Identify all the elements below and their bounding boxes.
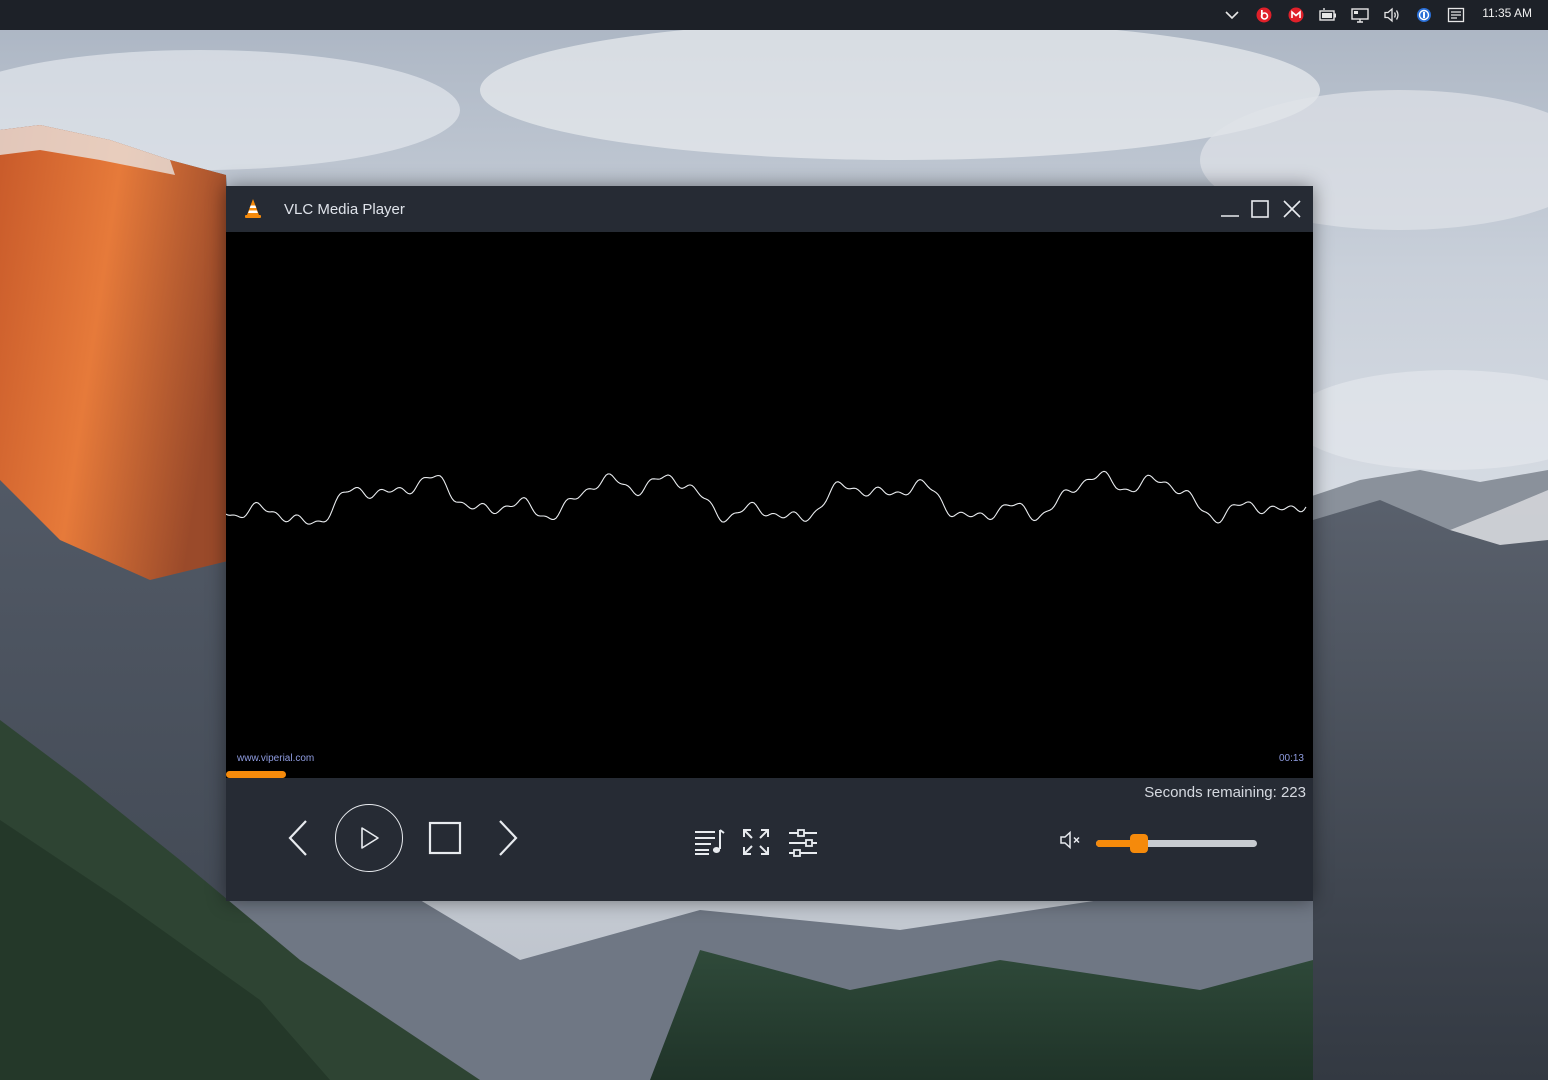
network-icon[interactable] — [1344, 0, 1376, 30]
chevron-right-icon — [499, 820, 518, 856]
seconds-remaining: Seconds remaining: 223 — [1144, 784, 1306, 801]
minimize-button[interactable] — [1217, 196, 1243, 222]
play-button[interactable] — [335, 804, 403, 872]
title-bar[interactable]: VLC Media Player — [226, 186, 1313, 232]
window-title: VLC Media Player — [284, 201, 405, 218]
playlist-button[interactable] — [692, 826, 726, 858]
close-button[interactable] — [1279, 196, 1305, 222]
elapsed-time: 00:13 — [1278, 753, 1304, 764]
fullscreen-button[interactable] — [740, 826, 772, 858]
maximize-button[interactable] — [1247, 196, 1273, 222]
video-area[interactable]: www.viperial.com 00:13 — [226, 232, 1313, 778]
stop-icon — [428, 821, 462, 855]
battery-icon[interactable] — [1312, 0, 1344, 30]
mute-button[interactable] — [1058, 828, 1084, 852]
speaker-muted-icon — [1060, 830, 1080, 850]
notification-icon[interactable] — [1440, 0, 1472, 30]
volume-slider[interactable] — [1096, 834, 1258, 853]
gmail-icon[interactable] — [1280, 0, 1312, 30]
taskbar: 11:35 AM — [0, 0, 1548, 30]
playlist-icon — [695, 829, 725, 855]
system-tray: 11:35 AM — [1216, 0, 1548, 30]
fullscreen-icon — [743, 829, 769, 855]
equalizer-button[interactable] — [786, 826, 820, 860]
volume-knob[interactable] — [1130, 834, 1148, 853]
speaker-icon[interactable] — [1376, 0, 1408, 30]
play-icon — [361, 827, 379, 849]
chevron-left-icon — [288, 820, 307, 856]
seek-bar[interactable] — [226, 768, 1313, 778]
vlc-window: VLC Media Player www.viperial.com 00:13 … — [226, 186, 1313, 901]
previous-button[interactable] — [282, 816, 314, 860]
beats-icon[interactable] — [1248, 0, 1280, 30]
watermark-text: www.viperial.com — [237, 753, 315, 764]
next-button[interactable] — [492, 816, 524, 860]
stop-button[interactable] — [428, 821, 462, 855]
vlc-cone-icon — [245, 199, 261, 218]
chevron-up-icon[interactable] — [1216, 0, 1248, 30]
seek-progress — [226, 771, 286, 778]
equalizer-sliders-icon — [789, 829, 817, 857]
shield-icon[interactable] — [1408, 0, 1440, 30]
audio-waveform-visualization — [226, 470, 1307, 525]
taskbar-clock[interactable]: 11:35 AM — [1472, 6, 1548, 20]
